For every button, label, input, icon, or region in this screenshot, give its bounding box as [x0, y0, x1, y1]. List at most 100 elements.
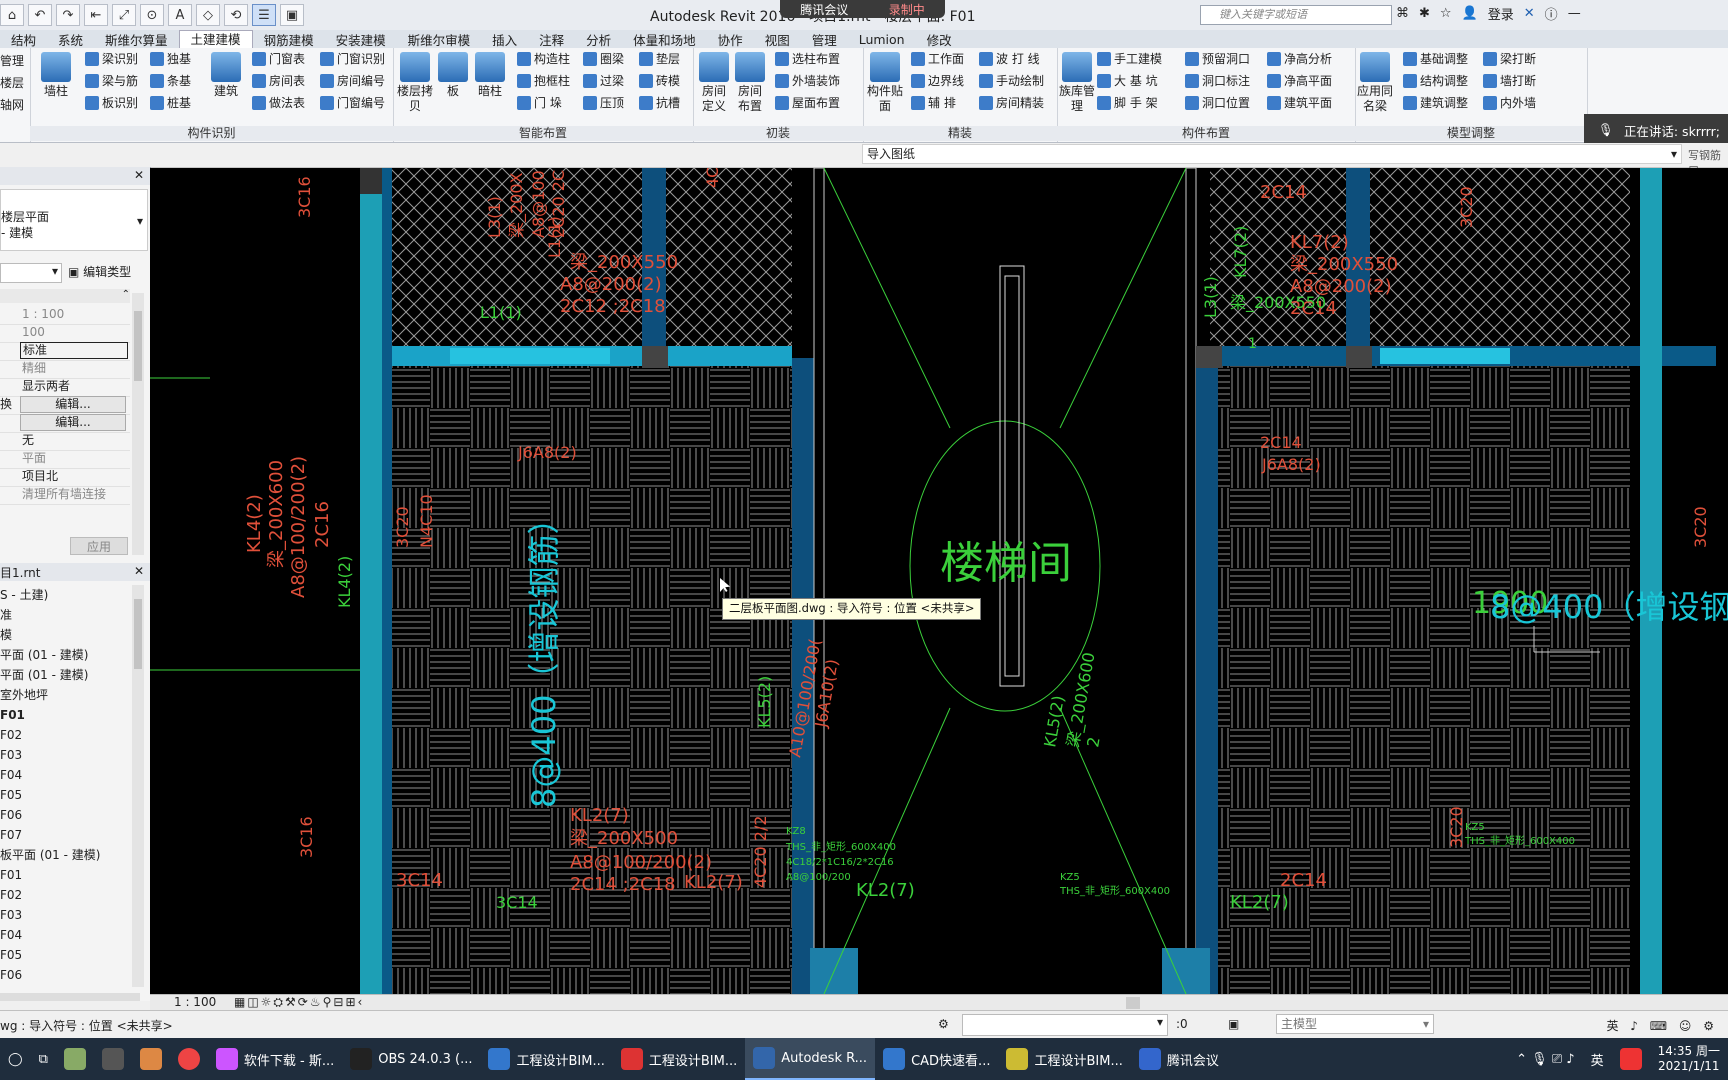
browser-item[interactable]: 平面 (01 - 建模): [0, 645, 88, 665]
taskbar-app[interactable]: 腾讯会议: [1131, 1038, 1227, 1080]
select-column-layout-btn[interactable]: 选柱布置: [775, 50, 840, 67]
tab-11[interactable]: 协作: [707, 30, 754, 49]
room-layout-button[interactable]: 房间布置: [733, 52, 767, 114]
browser-item[interactable]: F04: [0, 925, 22, 945]
browser-item[interactable]: F06: [0, 805, 22, 825]
browser-item[interactable]: 平面 (01 - 建模): [0, 665, 88, 685]
properties-scrollbar[interactable]: [132, 293, 144, 555]
pinned-app-icon[interactable]: [56, 1038, 94, 1080]
lintel-btn[interactable]: 过梁: [583, 72, 624, 89]
property-row[interactable]: 编辑...: [0, 413, 130, 433]
binoculars-icon[interactable]: ⌘: [1396, 6, 1409, 21]
browser-item[interactable]: F03: [0, 905, 22, 925]
browser-scrollbar[interactable]: [132, 585, 144, 987]
exterior-wall-decor-btn[interactable]: 外墙装饰: [775, 72, 840, 89]
measure-icon[interactable]: ⇤: [84, 4, 108, 26]
taskbar-app[interactable]: CAD快速看...: [875, 1038, 998, 1080]
ime-indicator[interactable]: 英: [1583, 1038, 1612, 1080]
property-row[interactable]: 标准: [0, 341, 130, 361]
browser-item[interactable]: F07: [0, 825, 22, 845]
switch-windows-icon[interactable]: ▣: [280, 4, 304, 26]
browser-item[interactable]: 室外地坪: [0, 685, 48, 705]
start-button[interactable]: ◯: [0, 1038, 31, 1080]
roof-layout-btn[interactable]: 屋面布置: [775, 94, 840, 111]
task-view-icon[interactable]: ⧉: [31, 1038, 56, 1080]
tab-15[interactable]: 修改: [916, 30, 963, 49]
tag-icon[interactable]: ⊙: [140, 4, 164, 26]
tab-13[interactable]: 管理: [801, 30, 848, 49]
close-icon[interactable]: ✕: [134, 564, 144, 578]
inner-outer-wall-btn[interactable]: 内外墙: [1483, 94, 1536, 111]
coping-btn[interactable]: 压顶: [583, 94, 624, 111]
browser-hscrollbar[interactable]: [0, 993, 140, 1001]
strip-footing-btn[interactable]: 条基: [150, 72, 191, 89]
room-define-button[interactable]: 房间定义: [697, 52, 731, 114]
view-control-icons[interactable]: ▦◫☼⛭⚒⟳♨⚲⊟⊞‹: [234, 995, 364, 1010]
tab-7[interactable]: 插入: [481, 30, 528, 49]
property-row[interactable]: 换编辑...: [0, 395, 130, 415]
foundation-adjust-btn[interactable]: 基础调整: [1403, 50, 1468, 67]
brick-mold-btn[interactable]: 砖模: [639, 72, 680, 89]
door-pier-btn[interactable]: 门 垛: [517, 94, 562, 111]
large-pit-btn[interactable]: 大 基 坑: [1097, 72, 1158, 89]
hidden-column-button[interactable]: 暗柱: [473, 52, 507, 99]
architecture-button[interactable]: 建筑: [208, 52, 244, 99]
tab-8[interactable]: 注释: [528, 30, 575, 49]
groove-btn[interactable]: 抗槽: [639, 94, 680, 111]
family-library-button[interactable]: 族库管理: [1059, 52, 1095, 114]
horizontal-scroll-thumb[interactable]: [1126, 997, 1140, 1009]
browser-item[interactable]: F05: [0, 945, 22, 965]
edit-type-button[interactable]: ▣ 编辑类型: [68, 263, 131, 280]
scaffold-btn[interactable]: 脚 手 架: [1097, 94, 1158, 111]
browser-item[interactable]: 板平面 (01 - 建模): [0, 845, 100, 865]
login-link[interactable]: 登录: [1488, 4, 1514, 23]
taskbar-app[interactable]: 工程设计BIM...: [480, 1038, 612, 1080]
tab-4[interactable]: 钢筋建模: [253, 30, 325, 49]
taskbar-app[interactable]: OBS 24.0.3 (...: [342, 1038, 480, 1080]
worksets-icon[interactable]: ⚙: [938, 1017, 949, 1031]
component-surface-button[interactable]: 构件贴面: [867, 52, 903, 114]
beam-recognize-btn[interactable]: 梁识别: [85, 50, 138, 67]
browser-item[interactable]: F06: [0, 965, 22, 985]
close-icon[interactable]: ✕: [134, 168, 144, 182]
thin-lines-icon[interactable]: ☰: [252, 4, 276, 26]
chrome-icon[interactable]: [170, 1038, 208, 1080]
subscription-icon[interactable]: ✱: [1419, 6, 1430, 21]
ribbon-btn-grid[interactable]: 轴网: [0, 96, 24, 113]
status-icons[interactable]: 英 ♪ ⌨ ☺ ⚙: [1606, 1017, 1718, 1034]
ring-beam-btn[interactable]: 圈梁: [583, 50, 624, 67]
property-row[interactable]: 清理所有墙连接: [0, 485, 130, 505]
text-icon[interactable]: A: [168, 4, 192, 26]
manual-model-btn[interactable]: 手工建模: [1097, 50, 1162, 67]
clock[interactable]: 14:35 周一 2021/1/11: [1650, 1038, 1728, 1080]
browser-item[interactable]: 模: [0, 625, 12, 645]
room-number-btn[interactable]: 房间编号: [320, 72, 385, 89]
tab-10[interactable]: 体量和场地: [622, 30, 707, 49]
property-row[interactable]: 精细: [0, 359, 130, 379]
browser-item[interactable]: F03: [0, 745, 22, 765]
slab-button[interactable]: 板: [437, 52, 469, 99]
browser-item[interactable]: F01: [0, 705, 25, 725]
opening-position-btn[interactable]: 洞口位置: [1185, 94, 1250, 111]
property-row[interactable]: 100: [0, 323, 130, 343]
opening-mark-btn[interactable]: 洞口标注: [1185, 72, 1250, 89]
taskbar-app[interactable]: 软件下载 - 斯...: [208, 1038, 342, 1080]
tab-3[interactable]: 土建建模: [178, 30, 253, 48]
user-icon[interactable]: 👤: [1462, 6, 1478, 21]
drawing-canvas[interactable]: 3C16 L3(1) 梁_200X A8@100 2C20 2C L1(1) 梁_200X5…: [150, 168, 1728, 994]
browser-item[interactable]: F04: [0, 765, 22, 785]
door-window-number-btn[interactable]: 门窗编号: [320, 94, 385, 111]
browser-item[interactable]: F05: [0, 785, 22, 805]
room-fine-finish-btn[interactable]: 房间精装: [979, 94, 1044, 111]
building-adjust-btn[interactable]: 建筑调整: [1403, 94, 1468, 111]
properties-collapse[interactable]: ⌃: [0, 289, 130, 303]
tab-1[interactable]: 系统: [47, 30, 94, 49]
taskbar-app[interactable]: 工程设计BIM...: [613, 1038, 745, 1080]
clear-height-plan-btn[interactable]: 净高平面: [1267, 72, 1332, 89]
door-window-recognize-btn[interactable]: 门窗识别: [320, 50, 385, 67]
instance-filter[interactable]: ▾: [0, 263, 62, 283]
property-row[interactable]: 显示两者: [0, 377, 130, 397]
floor-copy-button[interactable]: 楼层拷贝: [397, 52, 433, 114]
sogou-icon[interactable]: [1612, 1038, 1650, 1080]
cushion-btn[interactable]: 垫层: [639, 50, 680, 67]
